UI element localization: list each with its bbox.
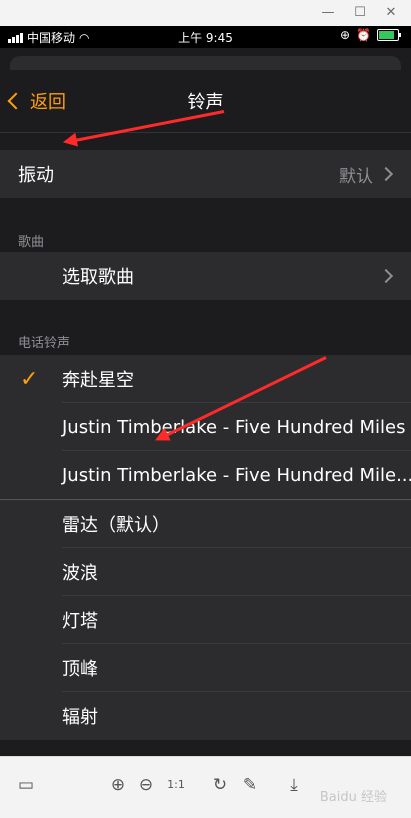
ringtone-item[interactable]: 雷达（默认） [0,500,411,548]
zoom-out-icon[interactable]: ⊖ [134,773,158,797]
maximize-icon[interactable]: ☐ [350,3,370,23]
ringtone-label: Justin Timberlake - Five Hundred Mile... [62,464,411,486]
ringtone-label: 顶峰 [62,659,98,680]
rotate-icon[interactable]: ↻ [208,773,232,797]
zoom-in-icon[interactable]: ⊕ [106,773,130,797]
minimize-icon[interactable]: — [318,3,338,23]
battery-icon [377,29,401,41]
ringtone-item[interactable]: 顶峰 [0,644,411,692]
page-title: 铃声 [187,92,224,113]
ringtone-item[interactable]: ✓ 奔赴星空 [0,355,411,403]
background-sheet [10,56,401,70]
chevron-right-icon [378,268,394,284]
ringtone-item[interactable]: Justin Timberlake - Five Hundred Miles [0,403,411,451]
download-icon[interactable]: ⤓ [282,773,306,797]
close-icon[interactable]: ✕ [381,3,401,23]
chevron-right-icon [378,166,394,182]
checkmark-icon: ✓ [20,366,39,392]
status-icons: ⊕ ⏰ [339,28,401,42]
ringtone-item[interactable]: 灯塔 [0,596,411,644]
actual-size-icon[interactable]: 1:1 [164,773,188,797]
navigation-bar: 返回 铃声 [0,70,411,133]
vibration-label: 振动 [18,165,54,186]
viewer-window-bar: — ☐ ✕ [0,0,411,26]
ringtone-label: 波浪 [62,563,98,584]
ringtone-label: 雷达（默认） [62,515,170,536]
lock-rotation-icon: ⊕ [339,28,351,42]
pick-song-row[interactable]: 选取歌曲 [0,252,411,300]
viewer-toolbar: ▭ ⊕ ⊖ 1:1 ↻ ✎ ⤓ Baidu 经验 [0,756,411,818]
vibration-value: 默认 [339,166,373,187]
ringtone-item[interactable]: 辐射 [0,692,411,740]
ringtone-label: 奔赴星空 [62,370,134,391]
ringtone-label: 灯塔 [62,611,98,632]
vibration-row[interactable]: 振动 默认 [0,150,411,198]
ringtone-label: Justin Timberlake - Five Hundred Miles [62,416,406,438]
ringtone-label: 辐射 [62,707,98,728]
ringtones-header: 电话铃声 [18,336,71,351]
songs-header: 歌曲 [18,235,45,250]
ringtone-item[interactable]: Justin Timberlake - Five Hundred Mile... [0,451,411,500]
phone-screen: 中国移动 ◠ 上午 9:45 ⊕ ⏰ 返回 铃声 振动 默认 歌曲 选取歌曲 电… [0,26,411,756]
watermark: Baidu 经验 [319,790,387,805]
pick-song-label: 选取歌曲 [62,267,134,288]
ringtone-sheet: 返回 铃声 振动 默认 歌曲 选取歌曲 电话铃声 ✓ 奔赴星空 Justin T… [0,70,411,756]
ringtone-item[interactable]: 波浪 [0,548,411,596]
edit-icon[interactable]: ✎ [238,773,262,797]
alarm-icon: ⏰ [356,28,371,42]
panel-icon[interactable]: ▭ [14,773,38,797]
status-bar: 中国移动 ◠ 上午 9:45 ⊕ ⏰ [0,26,411,48]
